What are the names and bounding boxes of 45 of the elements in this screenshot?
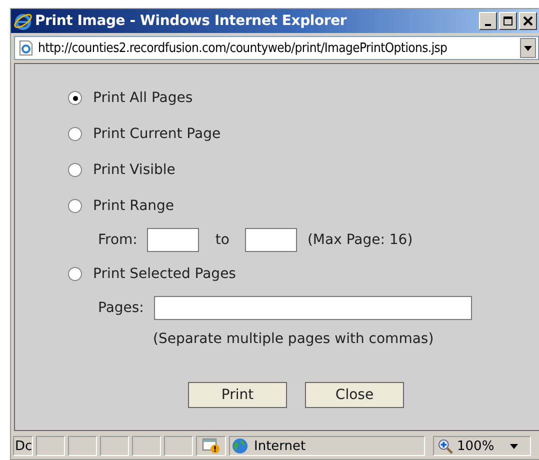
pages-hint: (Separate multiple pages with commas) — [152, 330, 435, 349]
option-label: Print Range — [93, 198, 174, 214]
minimize-button[interactable] — [479, 12, 497, 30]
url-text: http://counties2.recordfusion.com/countyweb/print/ImagePrintOptions.jsp — [38, 40, 448, 56]
max-page-note: (Max Page: 16) — [307, 232, 413, 248]
option-label: Print All Pages — [93, 90, 193, 106]
status-pane — [132, 436, 161, 456]
from-field[interactable] — [147, 228, 200, 252]
dialog-button[interactable]: Print — [188, 382, 287, 408]
pages-label: Pages: — [98, 300, 144, 316]
dropdown-button[interactable] — [520, 38, 536, 58]
option-label: Print Selected Pages — [93, 266, 236, 282]
status-pane — [36, 436, 65, 456]
magnifier-icon — [438, 438, 453, 454]
maximize-button[interactable] — [499, 12, 517, 30]
status-pane — [164, 436, 193, 456]
minimize-icon — [485, 24, 491, 26]
radio-button[interactable] — [68, 199, 82, 213]
to-field[interactable] — [245, 228, 298, 252]
to-label: to — [215, 232, 230, 248]
zone-text: Internet — [254, 438, 306, 454]
radio-button[interactable] — [68, 91, 82, 105]
close-button[interactable] — [519, 12, 537, 30]
option-label: Print Visible — [93, 162, 176, 178]
warning-icon — [202, 438, 220, 454]
ie-logo-icon — [13, 11, 33, 31]
page-icon — [18, 40, 34, 56]
dialog-button[interactable]: Close — [305, 382, 404, 408]
address-bar[interactable]: http://counties2.recordfusion.com/countyweb/print/ImagePrintOptions.jsp — [14, 36, 539, 60]
status-text: Dc — [13, 436, 33, 456]
globe-icon — [232, 438, 248, 454]
status-pane — [68, 436, 97, 456]
maximize-icon — [503, 16, 513, 26]
caret-icon — [524, 46, 532, 50]
radio-button[interactable] — [68, 127, 82, 141]
pages-field[interactable] — [154, 296, 472, 320]
status-pane — [100, 436, 129, 456]
radio-button[interactable] — [68, 163, 82, 177]
from-label: From: — [98, 232, 138, 248]
caret-icon — [510, 444, 518, 448]
option-label: Print Current Page — [93, 126, 221, 142]
radio-button[interactable] — [68, 267, 82, 281]
window-title: Print Image - Windows Internet Explorer — [35, 13, 348, 29]
close-icon — [523, 16, 533, 26]
zoom-button[interactable]: 100% — [433, 436, 531, 456]
